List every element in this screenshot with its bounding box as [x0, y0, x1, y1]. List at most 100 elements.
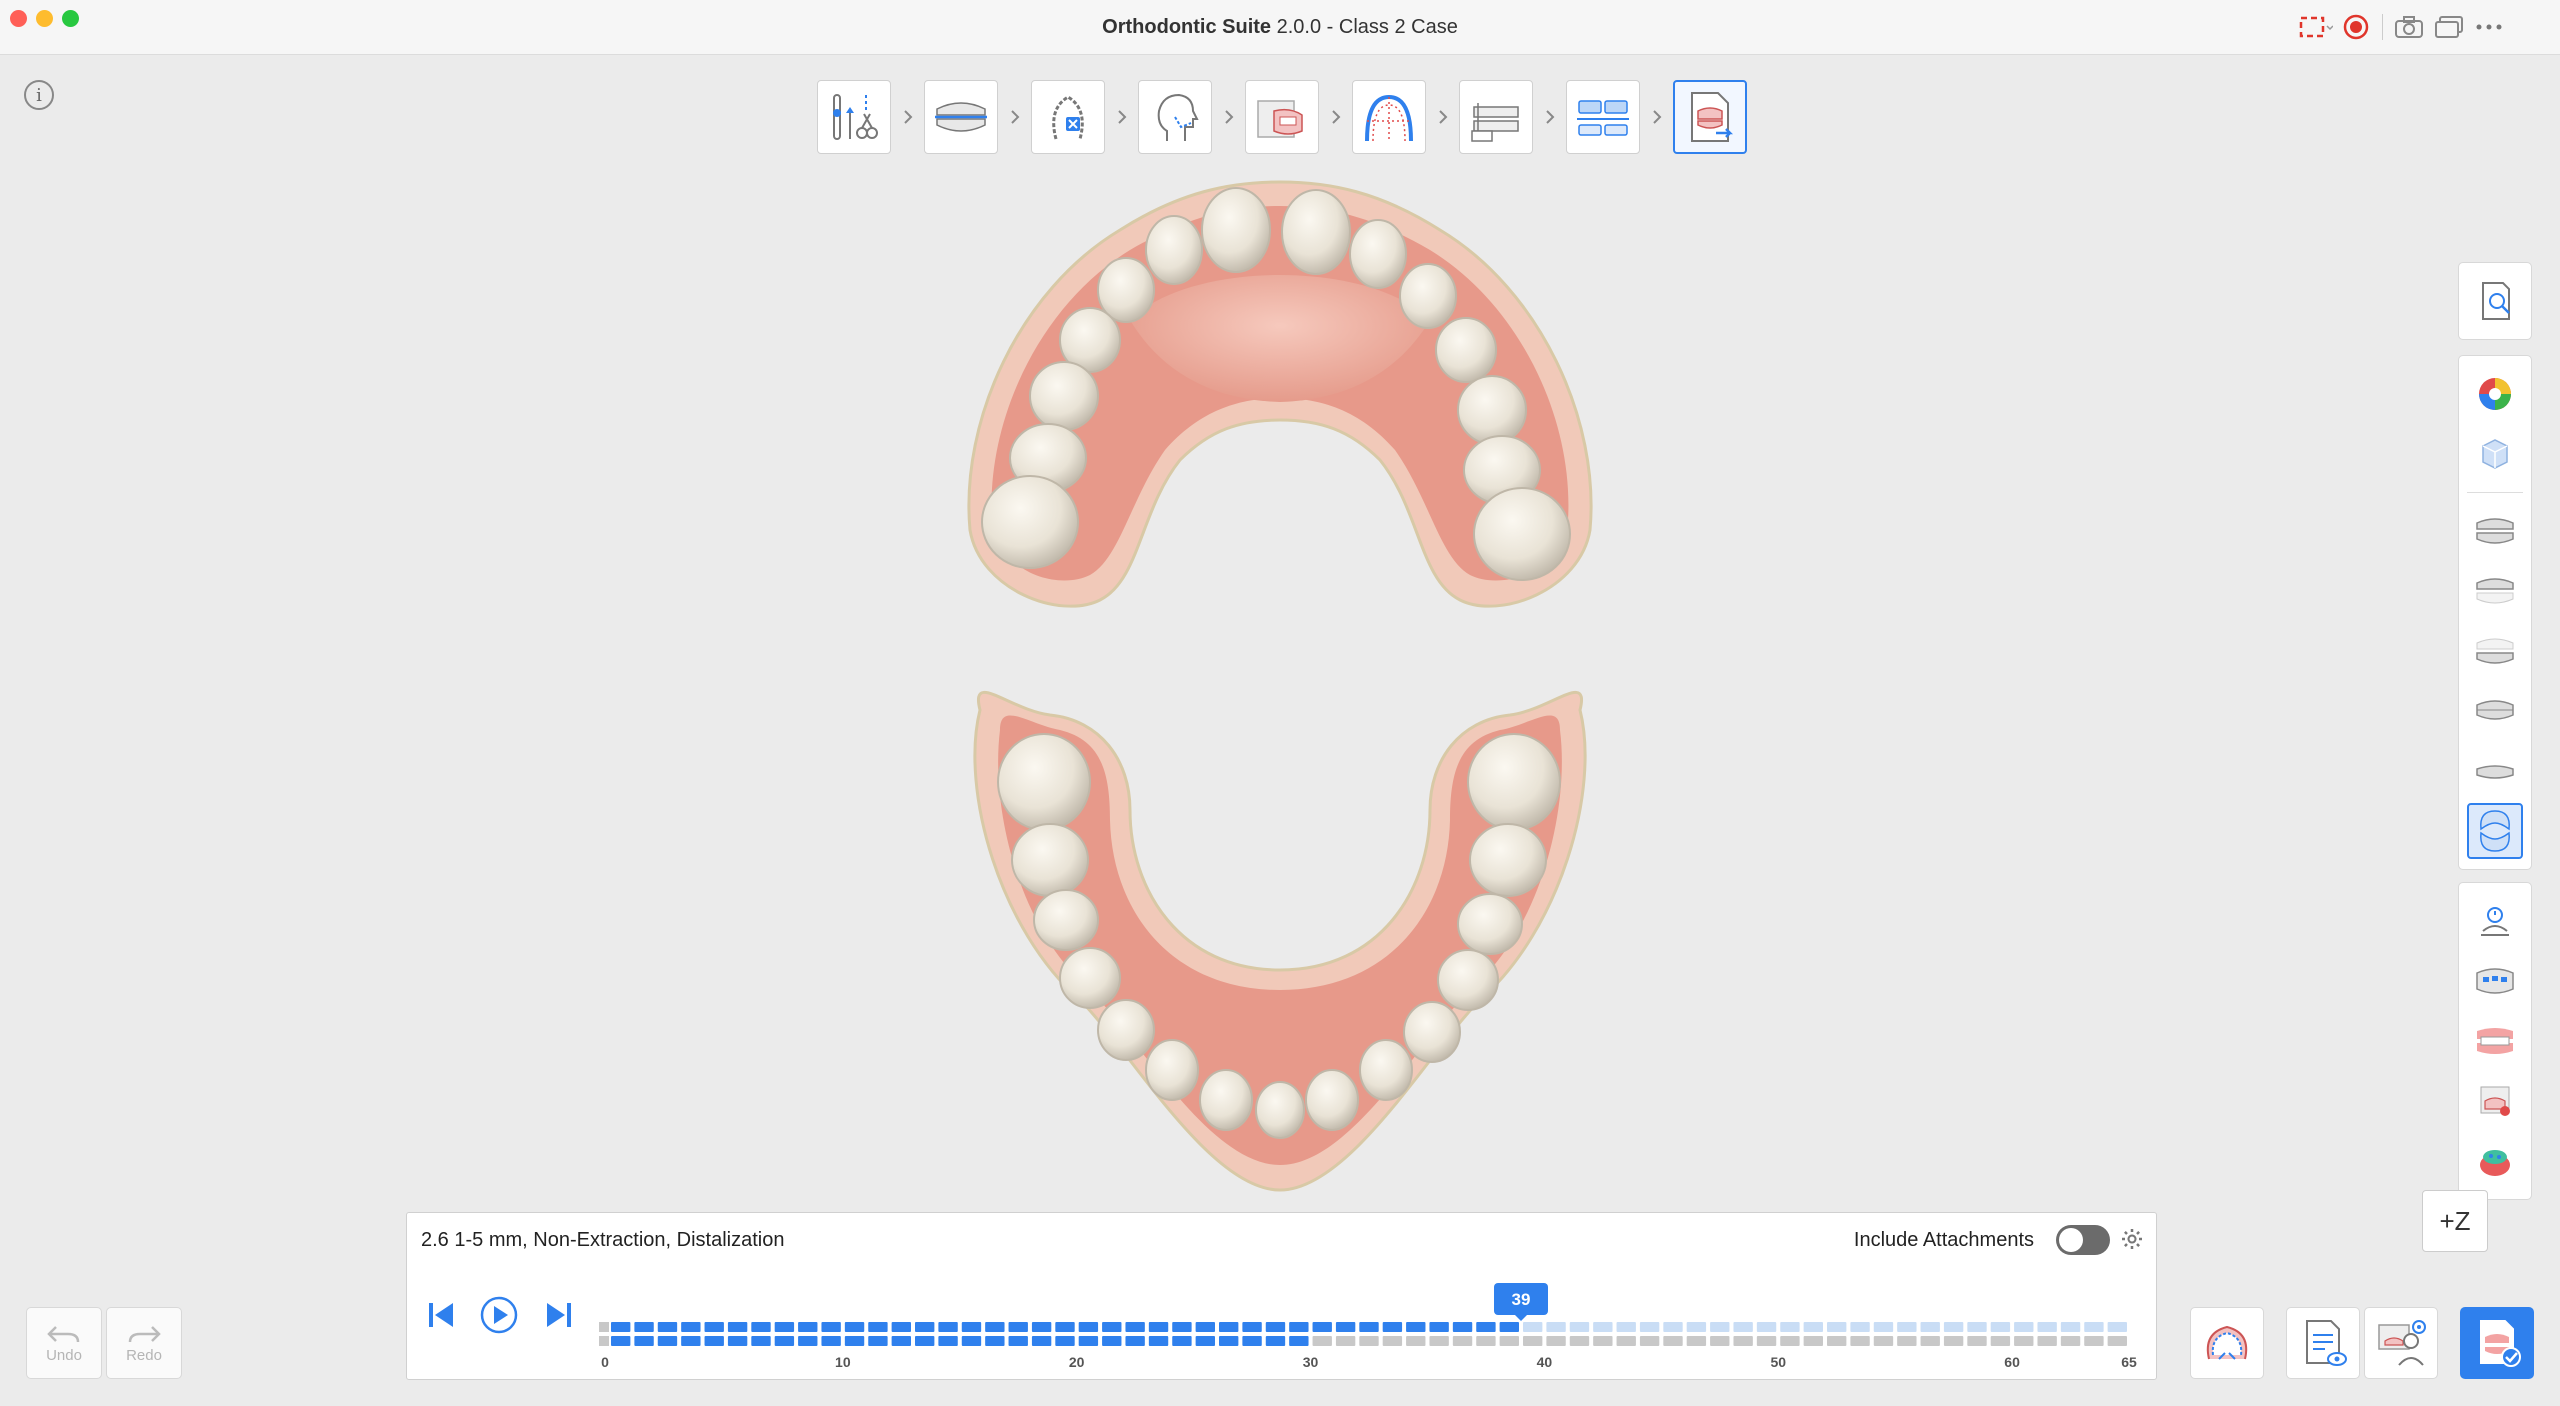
stage-timeline[interactable]: 0 10 20 30 40 50 60 65 39 [599, 1283, 2144, 1373]
play-button[interactable] [479, 1295, 519, 1335]
undo-button[interactable]: Undo [26, 1307, 102, 1379]
color-map-icon [2479, 378, 2511, 410]
view-occlusal-button[interactable] [2467, 803, 2523, 859]
lower-stage-segment [704, 1336, 724, 1346]
lower-stage-segment [1639, 1336, 1660, 1346]
lower-stage-segment [961, 1336, 982, 1346]
lower-stage-segment [2084, 1336, 2104, 1346]
lower-stage-segment [2107, 1336, 2127, 1346]
lower-stage-segment [1312, 1336, 1332, 1346]
upper-stage-segment [1780, 1322, 1800, 1332]
collision-button[interactable] [2467, 1133, 2523, 1189]
upper-stage-segment [611, 1322, 631, 1332]
view-occlusal-icon [2480, 810, 2510, 852]
step-chevron [1212, 109, 1245, 125]
timeline-tick-label: 20 [1069, 1354, 1085, 1370]
lower-stage-segment [1289, 1336, 1309, 1346]
more-options-button[interactable] [2469, 10, 2509, 44]
view-front-icon [2476, 700, 2514, 720]
tooth-report-button[interactable] [2467, 273, 2523, 329]
gear-icon[interactable] [2120, 1227, 2144, 1251]
view-upper-jaw-button[interactable] [2467, 563, 2523, 619]
upper-stage-segment [1499, 1322, 1519, 1332]
superimpose-button[interactable] [2190, 1307, 2264, 1379]
staging-panel: 2.6 1-5 mm, Non-Extraction, Distalizatio… [406, 1212, 2157, 1380]
face-profile-step[interactable] [1138, 80, 1212, 154]
segmentation-tools-step[interactable] [817, 80, 891, 154]
occlusion-icon [935, 102, 987, 132]
attachments-button[interactable] [2467, 953, 2523, 1009]
info-button[interactable]: i [24, 80, 54, 110]
view-side-button[interactable] [2467, 743, 2523, 799]
chevron-right-icon [1438, 110, 1447, 124]
titlebar-tools [2296, 10, 2509, 44]
xray-overlay-step[interactable] [1245, 80, 1319, 154]
model-viewport[interactable] [900, 170, 1660, 1200]
report-export-step[interactable] [1673, 80, 1747, 154]
transparency-cube-icon [2482, 439, 2508, 469]
report-export-icon [1691, 92, 1734, 142]
doctor-share-icon [2378, 1320, 2426, 1366]
lower-stage-segment [681, 1336, 701, 1346]
lower-stage-segment [1476, 1336, 1496, 1346]
record-icon [2343, 14, 2369, 40]
view-both-jaws-button[interactable] [2467, 503, 2523, 559]
upper-stage-segment [1125, 1322, 1145, 1332]
occlusion-step[interactable] [924, 80, 998, 154]
timeline-tick-label: 65 [2121, 1354, 2137, 1370]
ipr-button[interactable] [2467, 1073, 2523, 1129]
export-finish-button[interactable] [2460, 1307, 2534, 1379]
model-setup-step[interactable] [1459, 80, 1533, 154]
upper-stage-segment [774, 1322, 795, 1332]
lower-stage-segment [1990, 1336, 2011, 1346]
lower-stage-segment [1335, 1336, 1356, 1346]
fullscreen-capture-button[interactable] [2296, 10, 2336, 44]
upper-stage-segment [2014, 1322, 2034, 1332]
report-preview-button[interactable] [2286, 1307, 2360, 1379]
upper-stage-segment [1265, 1322, 1286, 1332]
lower-stage-segment [2060, 1336, 2081, 1346]
first-stage-button[interactable] [421, 1295, 461, 1335]
z-axis-button[interactable]: +Z [2422, 1190, 2488, 1252]
upper-stage-segment [1312, 1322, 1332, 1332]
upper-stage-segment [985, 1322, 1005, 1332]
sidebar-group-tools [2458, 882, 2532, 1200]
gingiva-button[interactable] [2467, 1013, 2523, 1069]
gingiva-icon [2477, 1028, 2513, 1054]
lower-stage-segment [891, 1336, 911, 1346]
timeline-tick-label: 50 [1770, 1354, 1786, 1370]
camera-icon [2395, 16, 2423, 38]
upper-stage-segment [1756, 1322, 1777, 1332]
chevron-right-icon [1117, 110, 1126, 124]
bite-ramp-button[interactable] [2467, 893, 2523, 949]
include-attachments-toggle[interactable] [2056, 1225, 2110, 1255]
info-icon: i [36, 84, 42, 106]
lower-stage-segment [1710, 1336, 1730, 1346]
upper-stage-segment [1733, 1322, 1753, 1332]
upper-stage-segment [1850, 1322, 1870, 1332]
share-with-doctor-button[interactable] [2364, 1307, 2438, 1379]
redo-button[interactable]: Redo [106, 1307, 182, 1379]
lower-stage-segment [2014, 1336, 2034, 1346]
screenshot-button[interactable] [2389, 10, 2429, 44]
staging-step[interactable] [1566, 80, 1640, 154]
upper-stage-segment [1382, 1322, 1403, 1332]
last-stage-button[interactable] [539, 1295, 579, 1335]
view-front-button[interactable] [2467, 683, 2523, 739]
upper-stage-segment [1873, 1322, 1894, 1332]
view-lower-jaw-button[interactable] [2467, 623, 2523, 679]
upper-stage-segment [1827, 1322, 1847, 1332]
transparency-button[interactable] [2467, 426, 2523, 482]
arch-form-step[interactable] [1352, 80, 1426, 154]
tooth-setup-step[interactable] [1031, 80, 1105, 154]
lower-stage-segment [1172, 1336, 1192, 1346]
upper-stage-segment [1686, 1322, 1707, 1332]
upper-stage-segment [1359, 1322, 1379, 1332]
record-button[interactable] [2336, 10, 2376, 44]
gallery-button[interactable] [2429, 10, 2469, 44]
color-map-button[interactable] [2467, 366, 2523, 422]
upper-stage-segment [868, 1322, 888, 1332]
lower-stage-segment [1359, 1336, 1379, 1346]
tooth-arch-icon [1052, 95, 1084, 140]
face-profile-icon [1157, 93, 1199, 141]
